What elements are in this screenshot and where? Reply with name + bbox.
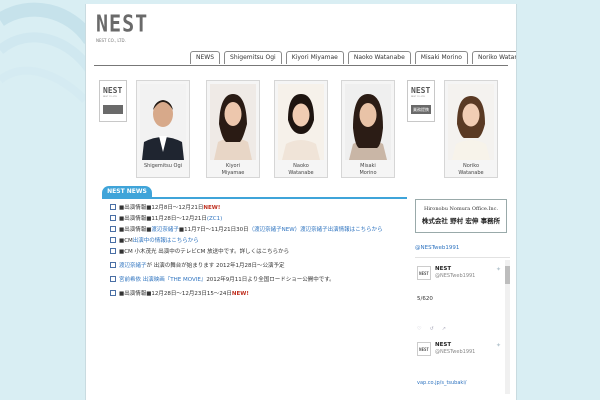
tweet-author-name[interactable]: NEST xyxy=(435,266,451,272)
scrollbar-thumb[interactable] xyxy=(505,266,510,284)
talent-photo xyxy=(345,84,391,160)
news-item[interactable]: ■出演情報■12月8日〜12月21日NEW! xyxy=(110,204,410,212)
tweet[interactable]: NEST NEST @NESTweb1991 ✦ 5/620 ♡ ↺ ↗ xyxy=(417,266,501,336)
like-icon[interactable]: ♡ xyxy=(417,326,421,332)
news-header-line xyxy=(102,197,407,199)
talent-caption: Misaki Morino xyxy=(359,163,377,176)
talent-photo xyxy=(448,84,494,160)
nest-box-sub: NEST CO.,LTD. xyxy=(103,96,118,98)
talent-caption: Noriko Watanabe xyxy=(458,163,484,176)
nest-box-word: NEST xyxy=(103,86,123,95)
nest-box-bar: 業務提携 xyxy=(411,105,431,114)
news-item[interactable]: ■出演情報■11月28日〜12月21日(ZC1) xyxy=(110,215,410,223)
checkbox-icon xyxy=(110,215,116,221)
sidebar: Hironobu Nomura Office.Inc. 株式会社 野村 宏伸 事… xyxy=(415,199,510,398)
checkbox-icon xyxy=(110,226,116,232)
nest-box-partnership[interactable]: NEST NEST CO.,LTD. 業務提携 xyxy=(407,80,435,122)
news-item[interactable]: ■出演情報■12月28日〜12月23日15〜24日NEW! xyxy=(110,290,410,298)
talent-caption: Kiyori Miyamae xyxy=(221,163,245,176)
talent-card-kiyori-miyamae[interactable]: Kiyori Miyamae xyxy=(206,80,260,178)
news-item[interactable]: 宮前希依 出演映画『THE MOVIE』2012年9月11日より全国ロードショー… xyxy=(110,276,410,284)
nav-tab-news[interactable]: NEWS xyxy=(190,51,221,64)
nav-divider xyxy=(94,65,508,66)
nav-tab-naoko-watanabe[interactable]: Naoko Watanabe xyxy=(347,51,411,64)
main-nav: NEWS Shigemitsu Ogi Kiyori Miyamae Naoko… xyxy=(190,51,516,64)
talent-card-misaki-morino[interactable]: Misaki Morino xyxy=(341,80,395,178)
news-item[interactable]: ■CM 小木茂光 出演中のテレビCM 放送中です。詳しくはこちらから xyxy=(110,248,410,256)
background-swoosh xyxy=(0,2,90,103)
twitter-timeline[interactable]: NEST NEST @NESTweb1991 ✦ 5/620 ♡ ↺ ↗ NES… xyxy=(415,257,510,398)
talent-photo xyxy=(278,84,324,160)
timeline-scrollbar[interactable] xyxy=(505,260,510,394)
twitter-bird-icon: ✦ xyxy=(495,266,501,273)
tweet-avatar[interactable]: NEST xyxy=(417,266,431,280)
logo-word: NEST xyxy=(96,9,149,38)
twitter-bird-icon: ✦ xyxy=(495,342,501,349)
talent-card-naoko-watanabe[interactable]: Naoko Watanabe xyxy=(274,80,328,178)
office-banner[interactable]: Hironobu Nomura Office.Inc. 株式会社 野村 宏伸 事… xyxy=(415,199,507,233)
page-container: NEST NEST CO., LTD. NEWS Shigemitsu Ogi … xyxy=(85,4,517,400)
news-item[interactable]: ■CM出演中の情報はこちらから xyxy=(110,237,410,245)
tweet-actions: ♡ ↺ ↗ xyxy=(417,326,446,332)
nest-box-company[interactable]: NEST NEST CO.,LTD. xyxy=(99,80,127,122)
news-list: ■出演情報■12月8日〜12月21日NEW! ■出演情報■11月28日〜12月2… xyxy=(110,204,410,298)
talent-caption: Naoko Watanabe xyxy=(288,163,314,176)
tweet-author-handle[interactable]: @NESTweb1991 xyxy=(435,349,475,355)
footer-link[interactable]: vap.co.jp/s_tsubaki/ xyxy=(417,380,466,386)
nest-box-word: NEST xyxy=(411,86,431,95)
checkbox-icon xyxy=(110,276,116,282)
office-name-en: Hironobu Nomura Office.Inc. xyxy=(423,206,499,212)
news-item[interactable]: ■出演情報■渡辺奈緒子■11月7日〜11月21日30日（渡辺奈緒子NEW）渡辺奈… xyxy=(110,226,410,234)
talent-card-noriko-watanabe[interactable]: Noriko Watanabe xyxy=(444,80,498,178)
logo-subtitle: NEST CO., LTD. xyxy=(96,38,126,43)
news-item[interactable]: 渡辺奈緒子が 出演の舞台が始まります 2012年1月28日〜公演予定 xyxy=(110,262,410,270)
talent-card-shigemitsu-ogi[interactable]: Shigemitsu Ogi xyxy=(136,80,190,178)
tweet[interactable]: NEST NEST @NESTweb1991 ✦ xyxy=(417,342,501,382)
checkbox-icon xyxy=(110,290,116,296)
checkbox-icon xyxy=(110,204,116,210)
nav-tab-shigemitsu-ogi[interactable]: Shigemitsu Ogi xyxy=(224,51,282,64)
talent-photo xyxy=(140,84,186,160)
new-badge: NEW! xyxy=(231,291,249,297)
tweet-author-handle[interactable]: @NESTweb1991 xyxy=(435,273,475,279)
nest-box-sub: NEST CO.,LTD. xyxy=(411,96,426,98)
nav-tab-noriko-watanabe[interactable]: Noriko Watanabe xyxy=(471,51,516,64)
nav-tab-misaki-morino[interactable]: Misaki Morino xyxy=(414,51,468,64)
retweet-icon[interactable]: ↺ xyxy=(429,326,433,332)
tweet-author-name[interactable]: NEST xyxy=(435,342,451,348)
nav-tab-kiyori-miyamae[interactable]: Kiyori Miyamae xyxy=(285,51,344,64)
checkbox-icon xyxy=(110,262,116,268)
checkbox-icon xyxy=(110,248,116,254)
share-icon[interactable]: ↗ xyxy=(442,326,446,332)
tweet-text: 5/620 xyxy=(417,296,433,302)
nest-box-bar xyxy=(103,105,123,114)
checkbox-icon xyxy=(110,237,116,243)
office-name-jp: 株式会社 野村 宏伸 事務所 xyxy=(421,217,501,225)
site-logo[interactable]: NEST NEST CO., LTD. xyxy=(96,12,148,43)
twitter-link[interactable]: @NESTweb1991 xyxy=(415,245,510,251)
tweet-avatar[interactable]: NEST xyxy=(417,342,431,356)
talent-caption: Shigemitsu Ogi xyxy=(143,163,183,169)
talent-photo xyxy=(210,84,256,160)
news-header: NEST NEWS xyxy=(102,186,152,197)
new-badge: NEW! xyxy=(203,205,221,211)
